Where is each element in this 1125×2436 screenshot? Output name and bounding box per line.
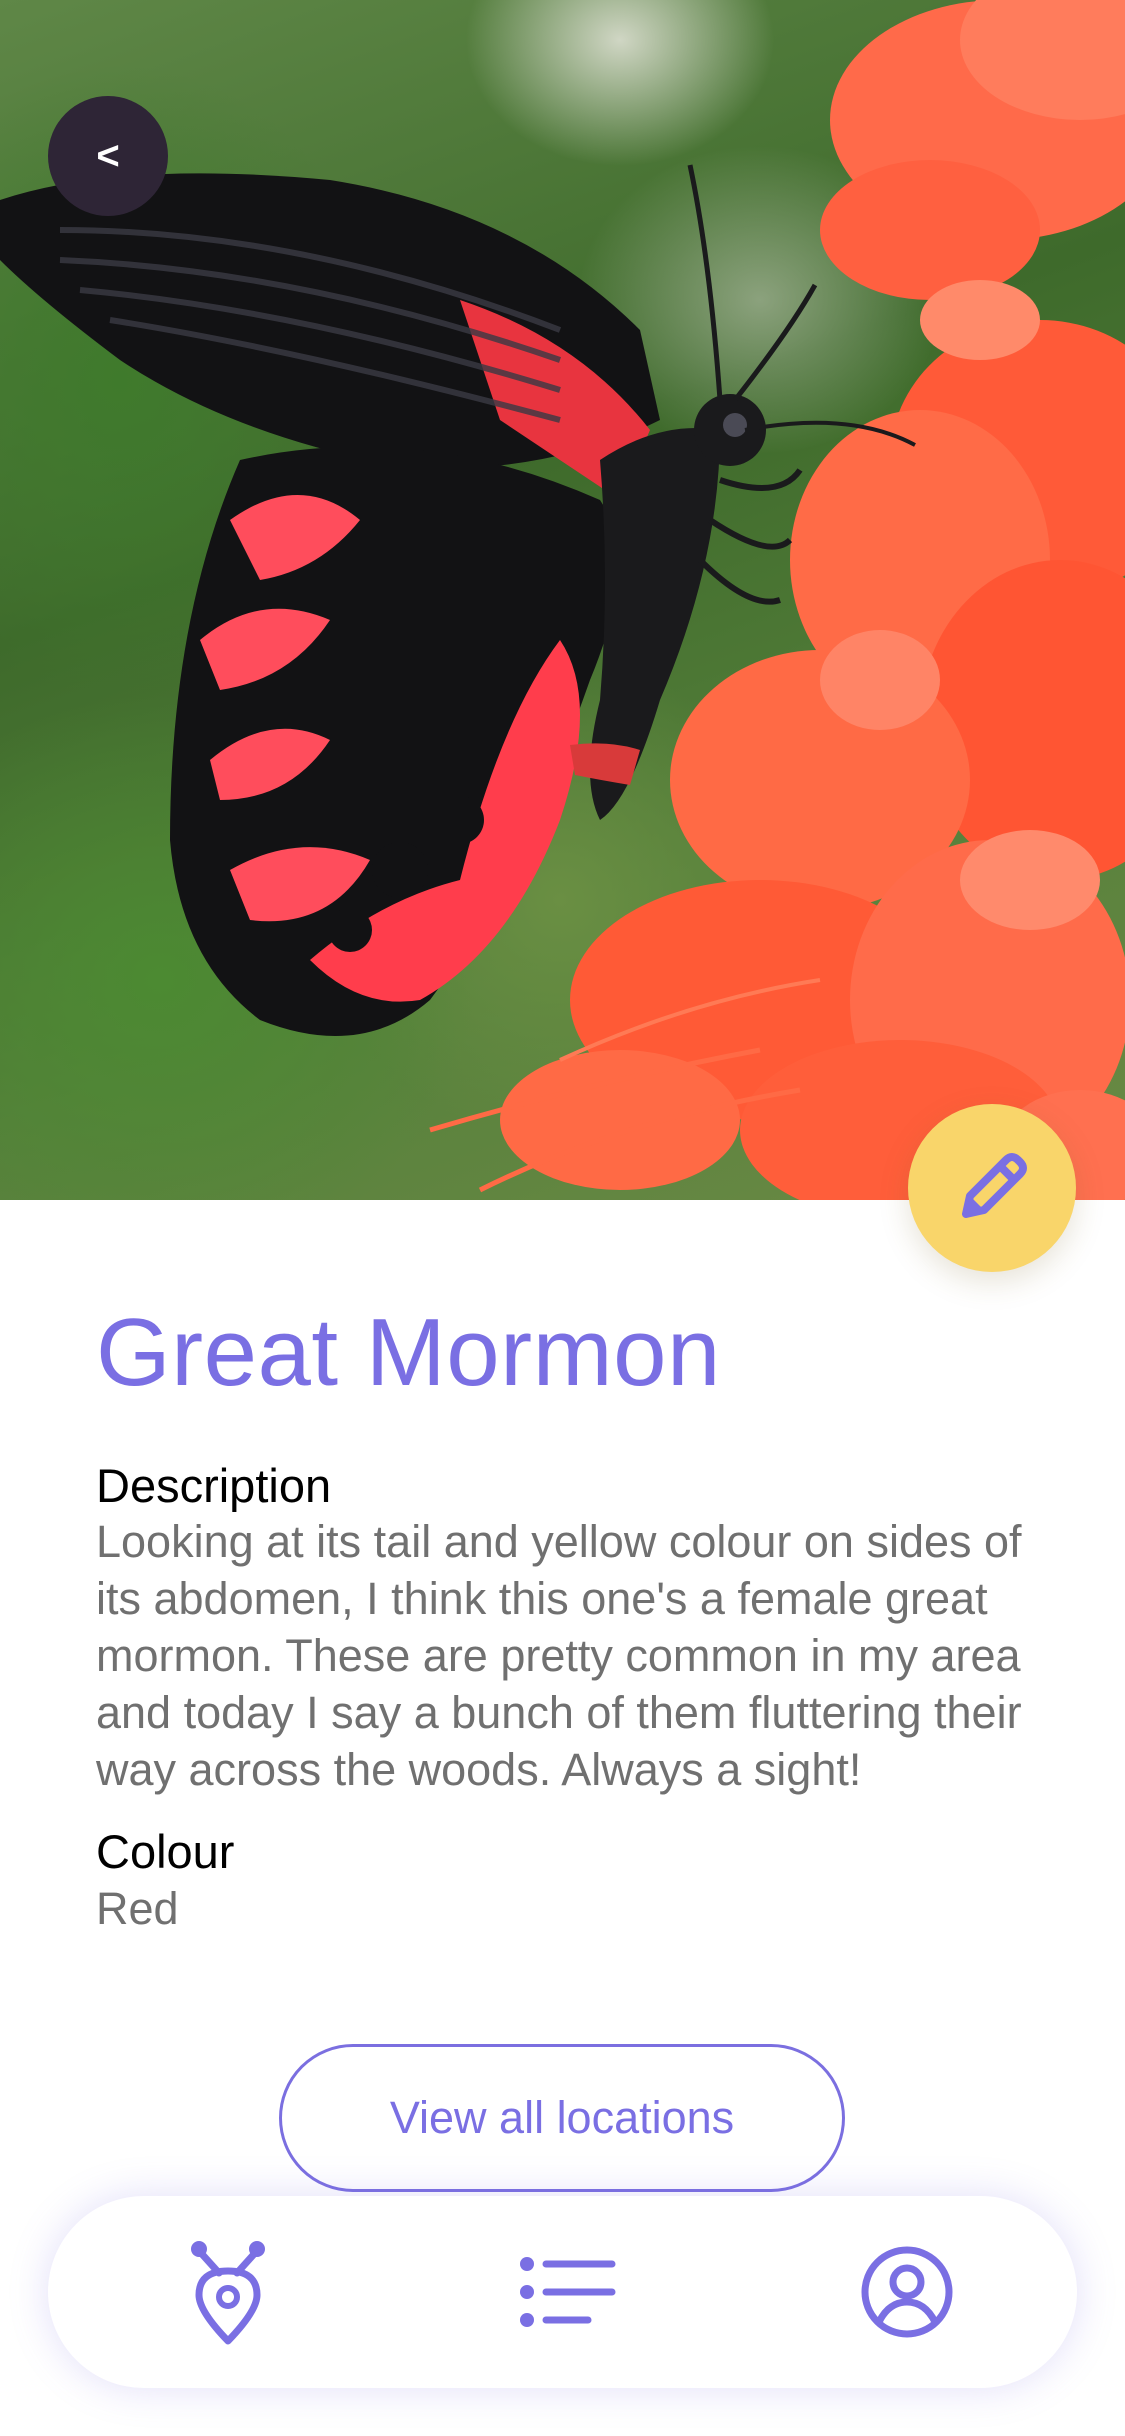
edit-button[interactable] [908,1104,1076,1272]
chevron-left-icon: < [96,133,120,178]
list-icon [519,2257,615,2327]
species-details: Great Mormon Description Looking at its … [96,1300,1056,1937]
nav-item-list[interactable] [508,2232,628,2352]
view-all-locations-button[interactable]: View all locations [279,2044,845,2192]
butterfly-illustration [0,0,1125,1200]
nav-item-profile[interactable] [847,2232,967,2352]
butterfly-photo [0,0,1125,1200]
colour-value: Red [96,1882,179,1934]
species-detail-screen: < Great Mormon Description Looking at it… [0,0,1125,2436]
user-profile-icon [861,2246,953,2338]
description-text: Looking at its tail and yellow colour on… [96,1516,1022,1796]
colour-label: Colour [96,1825,235,1879]
description-label: Description [96,1458,332,1512]
nav-item-map[interactable] [168,2232,288,2352]
butterfly-map-pin-icon [191,2241,265,2345]
species-name: Great Mormon [96,1299,721,1406]
back-button[interactable]: < [48,96,168,216]
bottom-nav [48,2196,1077,2388]
pencil-icon [962,1153,1027,1218]
